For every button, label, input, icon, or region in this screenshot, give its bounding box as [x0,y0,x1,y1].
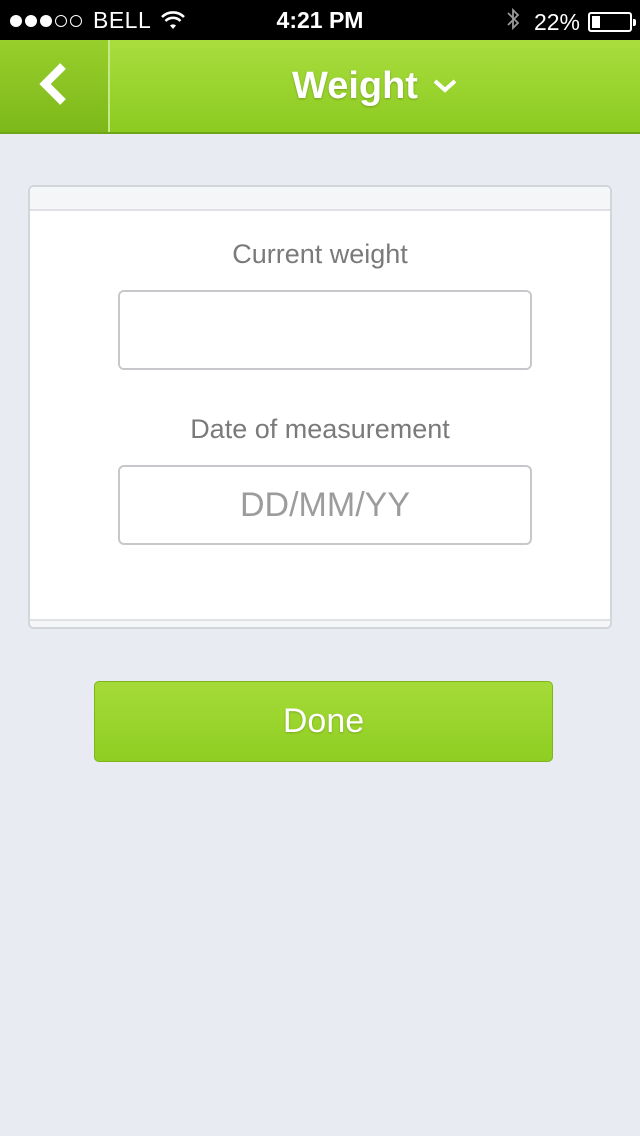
nav-bar: Weight [0,40,640,134]
weight-input[interactable] [120,292,530,368]
page-title: Weight [292,64,418,107]
back-button[interactable] [0,40,110,132]
weight-title-dropdown[interactable]: Weight [110,40,640,132]
chevron-left-icon [37,62,71,111]
battery-percent: 22% [533,8,580,35]
status-bar: BELL 4:21 PM 22% [0,0,640,40]
done-button[interactable]: Done [94,681,553,762]
card-header-strip [30,187,610,211]
current-weight-label: Current weight [232,239,408,269]
card-footer-strip [30,619,610,627]
chevron-down-icon [432,78,458,94]
battery-fill [592,16,600,28]
battery-icon [588,12,636,32]
bluetooth-icon [506,7,520,37]
weight-entry-card: Current weight kg Date of measurement [28,185,612,629]
weight-input-group: kg [118,290,532,370]
status-right: 22% [506,7,636,37]
date-input[interactable] [118,465,532,545]
date-of-measurement-label: Date of measurement [190,414,450,444]
